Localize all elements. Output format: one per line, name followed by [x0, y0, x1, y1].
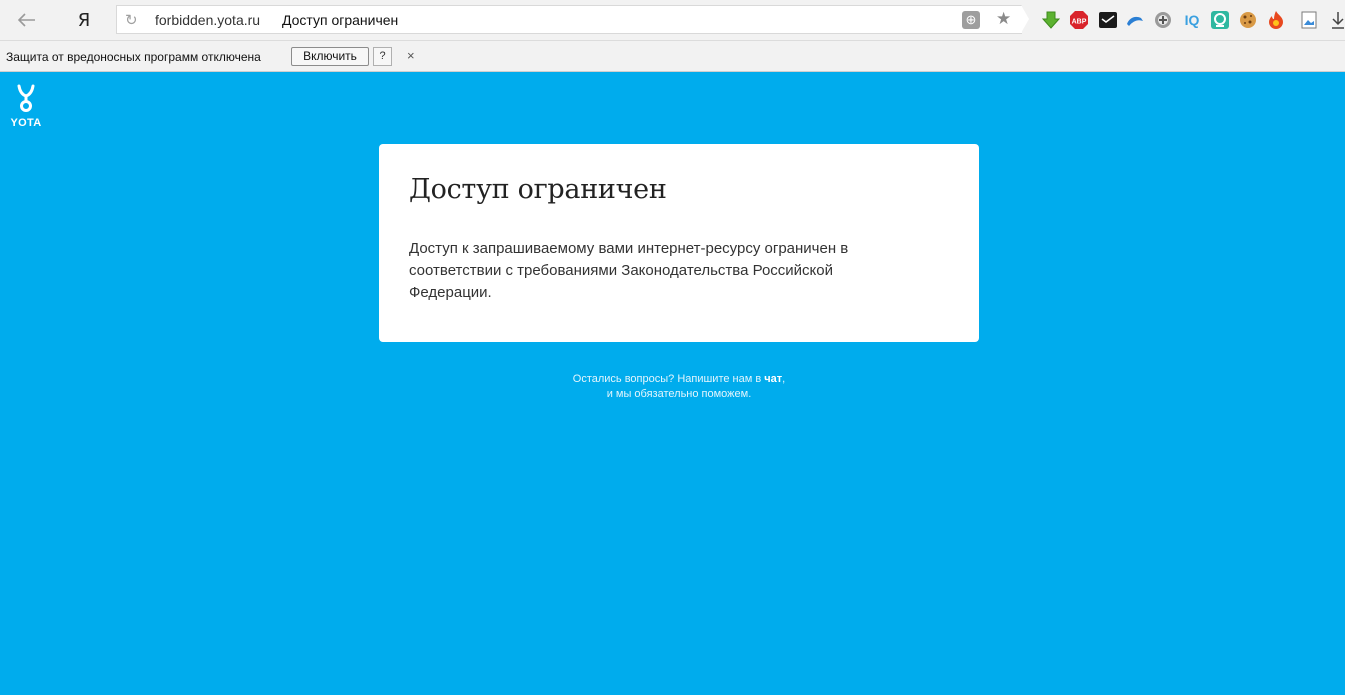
fire-icon[interactable]: [1266, 10, 1286, 30]
yandex-logo-icon[interactable]: Я: [72, 6, 96, 34]
cookie-icon[interactable]: [1238, 10, 1258, 30]
yota-logo-text: YOTA: [10, 117, 42, 129]
close-icon[interactable]: ×: [407, 48, 415, 63]
address-bar[interactable]: ↻ forbidden.yota.ru Доступ ограничен ⊕ ★: [116, 5, 1022, 34]
browser-toolbar: Я ↻ forbidden.yota.ru Доступ ограничен ⊕…: [0, 0, 1345, 40]
help-button[interactable]: ?: [373, 47, 392, 66]
page-title: Доступ ограничен: [409, 174, 667, 205]
help-text: Остались вопросы? Напишите нам в чат, и …: [572, 373, 786, 400]
address-bar-tip: [1021, 5, 1029, 33]
adblock-icon[interactable]: ABP: [1069, 10, 1089, 30]
download-icon[interactable]: [1041, 10, 1061, 30]
camera-icon[interactable]: [1210, 10, 1230, 30]
svg-text:ABP: ABP: [1072, 19, 1087, 26]
malware-protection-infobar: Защита от вредоносных программ отключена…: [0, 40, 1345, 72]
yota-logo-icon: [17, 84, 35, 112]
address-page-title: Доступ ограничен: [282, 12, 399, 28]
reload-icon[interactable]: ↻: [125, 11, 138, 29]
bookmark-star-icon[interactable]: ★: [996, 9, 1011, 29]
help-line-2: и мы обязательно поможем.: [606, 388, 752, 400]
image-icon[interactable]: [1299, 10, 1319, 30]
back-arrow-icon[interactable]: [14, 6, 40, 34]
enable-protection-button[interactable]: Включить: [291, 47, 369, 66]
svg-text:IQ: IQ: [1185, 12, 1200, 28]
globe-icon[interactable]: ⊕: [962, 11, 980, 29]
help-line-1: Остались вопросы? Напишите нам в: [572, 373, 762, 385]
chat-link[interactable]: чат: [764, 373, 782, 385]
iq-icon[interactable]: IQ: [1181, 10, 1201, 30]
steam-icon[interactable]: [1098, 10, 1118, 30]
yota-logo[interactable]: YOTA: [8, 84, 44, 129]
plus-icon[interactable]: [1153, 10, 1173, 30]
address-url: forbidden.yota.ru: [155, 12, 261, 28]
cloud-icon[interactable]: [1125, 10, 1145, 30]
restriction-message: Доступ к запрашиваемому вами интернет-ре…: [409, 240, 849, 301]
infobar-message: Защита от вредоносных программ отключена: [6, 50, 261, 64]
access-restricted-card: Доступ ограничен Доступ к запрашиваемому…: [379, 144, 979, 342]
downloads-arrow-icon[interactable]: [1328, 10, 1345, 30]
